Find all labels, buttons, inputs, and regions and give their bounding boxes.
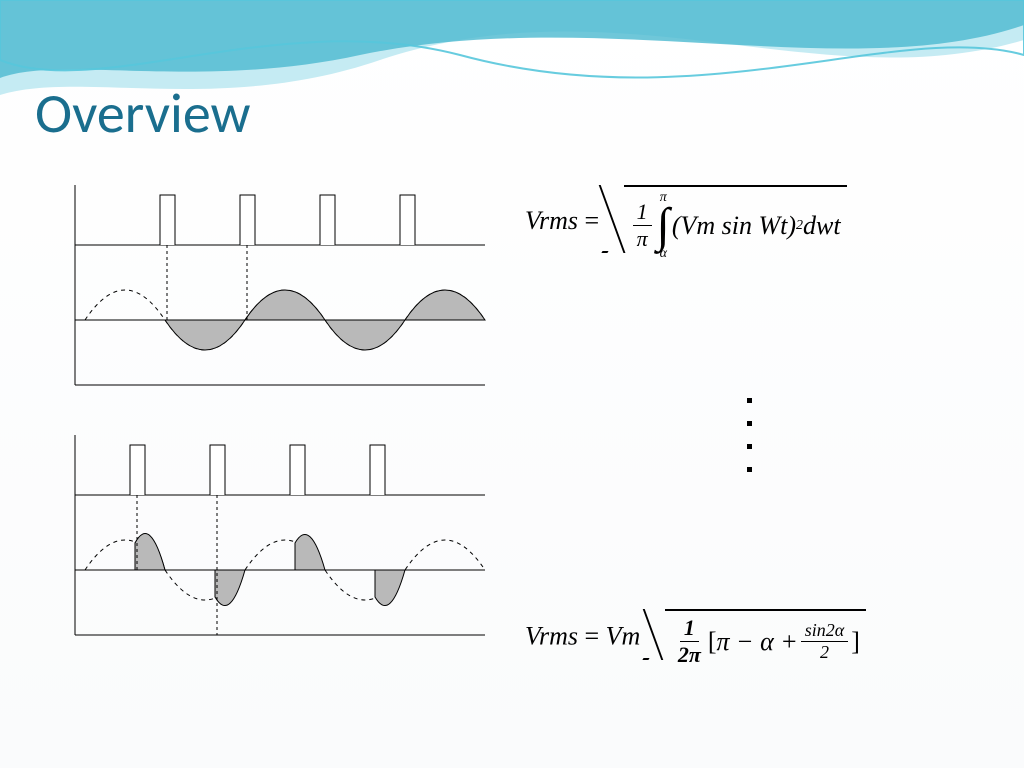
formula-column: Vrms = 1 π π ∫ α (Vm sin Wt xyxy=(525,175,974,708)
formula1-eq: = xyxy=(584,206,599,235)
waveform-diagram-2 xyxy=(65,425,495,645)
formula2-eq: = xyxy=(584,621,599,650)
vrms-result-formula: Vrms = Vm 1 2π [ π − α + sin2α xyxy=(525,609,974,668)
integrand-base: (Vm sin Wt) xyxy=(672,211,796,241)
formula2-coef: Vm xyxy=(606,621,647,650)
integral-icon: π ∫ α xyxy=(657,191,670,261)
content-area: Vrms = 1 π π ∫ α (Vm sin Wt xyxy=(65,175,974,708)
sqrt-icon: 1 2π [ π − α + sin2α 2 ] xyxy=(647,609,866,668)
frac2-den: 2 xyxy=(816,642,833,663)
term1: π − α + xyxy=(717,627,798,657)
rbracket: ] xyxy=(851,627,860,657)
formula2-lhs: Vrms xyxy=(525,621,584,650)
frac-num: 1 xyxy=(633,199,652,226)
formula1-lhs: Vrms xyxy=(525,206,578,235)
frac-num: 1 xyxy=(680,615,699,642)
sqrt-icon: 1 π π ∫ α (Vm sin Wt)2 dwt xyxy=(606,185,847,261)
frac2-num: sin2α xyxy=(801,620,848,642)
integrand-exp: 2 xyxy=(796,218,803,234)
slide: Overview xyxy=(0,0,1024,768)
vertical-ellipsis-icon xyxy=(747,398,752,472)
slide-title: Overview xyxy=(35,80,251,148)
vrms-integral-formula: Vrms = 1 π π ∫ α (Vm sin Wt xyxy=(525,185,974,261)
lbracket: [ xyxy=(708,627,717,657)
frac-den: 2π xyxy=(674,642,705,668)
differential: dwt xyxy=(803,211,841,241)
waveform-diagram-column xyxy=(65,175,495,708)
waveform-diagram-1 xyxy=(65,175,495,395)
